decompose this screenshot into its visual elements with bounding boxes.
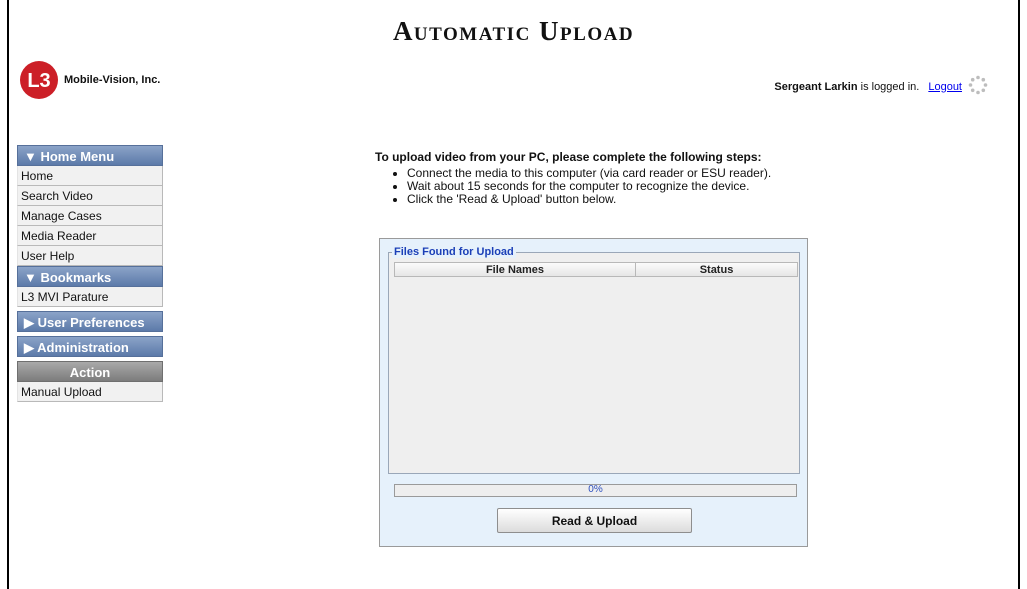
sidebar-item-l3-mvi-parature[interactable]: L3 MVI Parature <box>17 287 163 307</box>
read-and-upload-button[interactable]: Read & Upload <box>497 508 692 533</box>
l3-logo-icon: L3 <box>20 61 58 99</box>
sidebar-item-search-video[interactable]: Search Video <box>17 186 163 206</box>
login-status-text: is logged in. <box>858 81 920 93</box>
sidebar-item-home[interactable]: Home <box>17 166 163 186</box>
sidebar-item-manage-cases[interactable]: Manage Cases <box>17 206 163 226</box>
user-preferences-header[interactable]: ▶ User Preferences <box>17 311 163 332</box>
upload-instructions: To upload video from your PC, please com… <box>375 150 771 206</box>
files-found-fieldset: Files Found for Upload File Names Status <box>388 246 800 474</box>
column-status[interactable]: Status <box>636 262 798 277</box>
upload-panel: Files Found for Upload File Names Status… <box>379 238 808 547</box>
files-list[interactable] <box>394 277 798 471</box>
company-name: Mobile-Vision, Inc. <box>64 74 161 86</box>
files-found-legend: Files Found for Upload <box>392 246 516 258</box>
bookmarks-header[interactable]: ▼ Bookmarks <box>17 266 163 287</box>
page-title: Automatic Upload <box>392 16 635 46</box>
sidebar-item-manual-upload[interactable]: Manual Upload <box>17 382 163 402</box>
user-status: Sergeant Larkin is logged in. Logout <box>774 75 988 98</box>
logout-link[interactable]: Logout <box>928 81 962 93</box>
sidebar-item-user-help[interactable]: User Help <box>17 246 163 266</box>
upload-progress-bar: 0% <box>394 484 797 497</box>
column-file-names[interactable]: File Names <box>394 262 636 277</box>
action-header: Action <box>17 361 163 382</box>
instruction-step: Click the 'Read & Upload' button below. <box>407 193 771 206</box>
home-menu-header[interactable]: ▼ Home Menu <box>17 145 163 166</box>
page-frame: Automatic Upload L3 Mobile-Vision, Inc. … <box>7 0 1020 589</box>
login-status-label: is logged in. <box>860 80 920 93</box>
logo-mark-text: L3 <box>27 70 50 92</box>
files-table-header: File Names Status <box>394 262 798 277</box>
company-logo: L3 Mobile-Vision, Inc. <box>19 60 160 100</box>
instructions-steps: Connect the media to this computer (via … <box>375 167 771 206</box>
administration-header[interactable]: ▶ Administration <box>17 336 163 357</box>
progress-text: 0% <box>588 484 603 495</box>
username: Sergeant Larkin <box>774 80 858 93</box>
loading-spinner-icon <box>968 75 988 98</box>
sidebar-item-media-reader[interactable]: Media Reader <box>17 226 163 246</box>
instructions-heading: To upload video from your PC, please com… <box>375 150 762 164</box>
sidebar: ▼ Home Menu Home Search Video Manage Cas… <box>17 145 163 402</box>
